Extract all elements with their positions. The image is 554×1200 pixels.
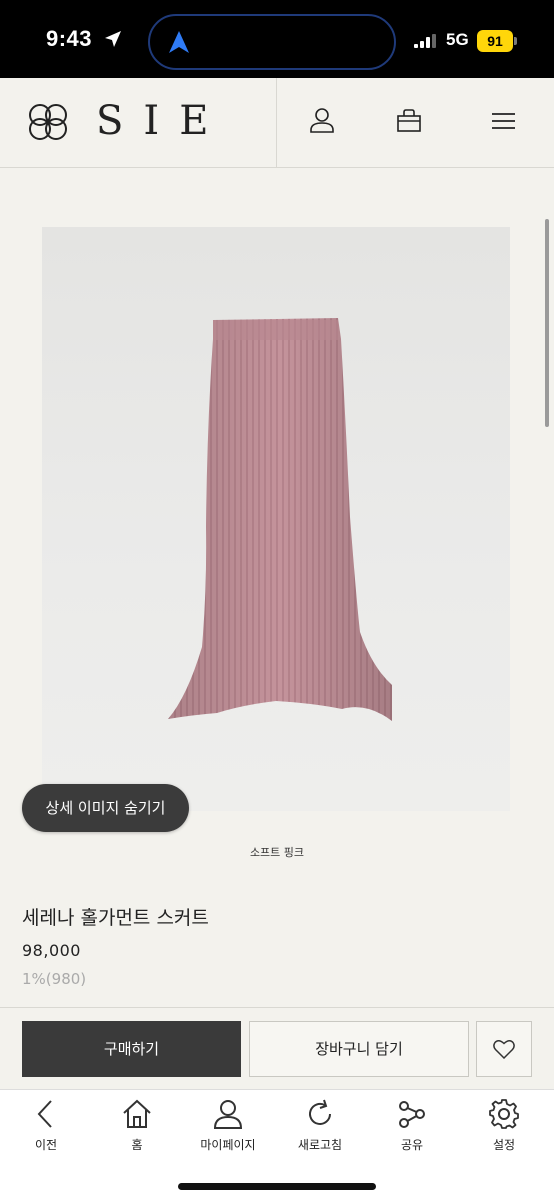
nav-home-label: 홈	[131, 1138, 143, 1152]
user-icon[interactable]	[307, 106, 337, 136]
product-price: 98,000	[22, 941, 81, 960]
battery-tip	[514, 37, 517, 45]
reward-points: 1%(980)	[22, 970, 87, 988]
share-icon	[399, 1101, 425, 1128]
logo-text[interactable]: SIE	[96, 98, 228, 144]
nav-mypage[interactable]: 마이페이지	[188, 1098, 268, 1160]
hide-detail-images-button[interactable]: 상세 이미지 숨기기	[22, 784, 189, 832]
sie-logo-icon[interactable]	[26, 102, 70, 142]
scrollbar[interactable]	[545, 219, 549, 427]
status-bar: 9:43 5G 91	[0, 0, 554, 78]
person-icon	[213, 1100, 243, 1129]
status-time: 9:43	[46, 26, 93, 51]
settings-icon	[489, 1099, 519, 1129]
nav-settings[interactable]: 설정	[464, 1098, 544, 1160]
heart-icon	[493, 1040, 515, 1059]
battery-level: 91	[477, 30, 513, 52]
network-type: 5G	[446, 30, 469, 49]
skirt-image	[168, 318, 392, 721]
header-divider	[276, 78, 277, 168]
signal-icon	[414, 34, 436, 48]
product-detail: 상세 이미지 숨기기 소프트 핑크 세레나 홀가먼트 스커트 98,000 1%…	[0, 169, 554, 1007]
purchase-bar: 구매하기 장바구니 담기	[0, 1007, 554, 1089]
nav-mypage-label: 마이페이지	[200, 1138, 256, 1152]
product-name: 세레나 홀가먼트 스커트	[22, 907, 209, 929]
color-option-label: 소프트 핑크	[249, 846, 305, 859]
back-icon	[37, 1100, 52, 1128]
nav-share[interactable]: 공유	[372, 1098, 452, 1160]
menu-icon[interactable]	[488, 106, 518, 136]
shopping-bag-icon[interactable]	[394, 106, 424, 136]
nav-back-label: 이전	[34, 1138, 58, 1152]
nav-share-label: 공유	[400, 1138, 424, 1152]
site-header: SIE	[0, 78, 554, 168]
wishlist-button[interactable]	[476, 1021, 532, 1077]
nav-home[interactable]: 홈	[97, 1098, 177, 1160]
location-arrow-icon	[105, 31, 121, 47]
nav-back[interactable]: 이전	[6, 1098, 86, 1160]
buy-now-button[interactable]: 구매하기	[22, 1021, 241, 1077]
dynamic-island	[148, 14, 396, 70]
nav-settings-label: 설정	[492, 1138, 516, 1152]
home-icon	[123, 1099, 151, 1128]
nav-refresh[interactable]: 새로고침	[280, 1098, 360, 1160]
navigation-arrow-icon	[169, 31, 189, 53]
add-to-cart-button[interactable]: 장바구니 담기	[249, 1021, 469, 1077]
product-image[interactable]	[42, 227, 510, 811]
nav-refresh-label: 새로고침	[297, 1138, 343, 1152]
home-indicator[interactable]	[178, 1183, 376, 1190]
refresh-icon	[309, 1099, 331, 1125]
